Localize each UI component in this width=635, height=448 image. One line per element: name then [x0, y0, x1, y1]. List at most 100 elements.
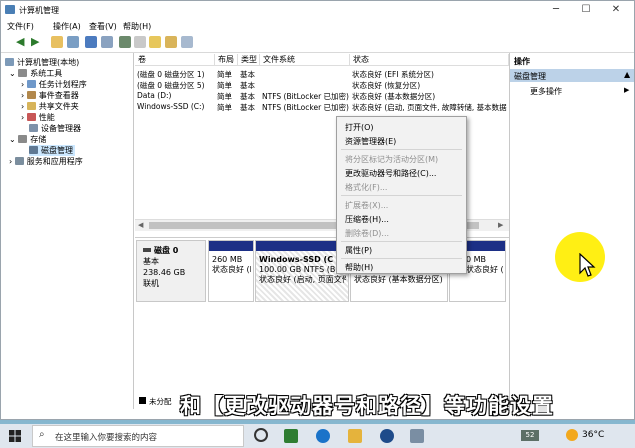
help-icon[interactable] [85, 36, 97, 48]
disk-status: 联机 [143, 279, 159, 288]
forward-arrow-icon[interactable]: ▶ [31, 36, 43, 48]
close-button[interactable]: ✕ [601, 1, 631, 18]
toolbar: ◀ ▶ [1, 33, 634, 53]
menu-properties[interactable]: 属性(P) [345, 245, 372, 256]
col-type[interactable]: 类型 [238, 54, 260, 66]
menu-extend-volume: 扩展卷(X)... [345, 201, 389, 210]
checklist-icon[interactable] [134, 36, 146, 48]
disk-0-label[interactable]: 磁盘 0 基本 238.46 GB 联机 [136, 240, 206, 302]
menu-help[interactable]: 帮助(H) [123, 21, 151, 32]
cell-status: 状态良好 (基本数据分区) [352, 92, 436, 101]
search-placeholder: 在这里输入你要搜索的内容 [55, 433, 158, 443]
menu-action[interactable]: 操作(A) [53, 21, 81, 32]
up-folder-icon[interactable] [51, 36, 63, 48]
tree-disk-management[interactable]: 磁盘管理 [29, 145, 75, 156]
menu-mark-active: 将分区标记为活动分区(M) [345, 155, 439, 164]
show-tree-icon[interactable] [67, 36, 79, 48]
tree-services[interactable]: › 服务和应用程序 [9, 156, 83, 167]
maximize-button[interactable]: ☐ [571, 1, 601, 18]
tree-performance[interactable]: › 性能 [21, 112, 55, 123]
partition-text: 260 MB 状态良好 (E [212, 255, 251, 274]
cell-type: 基本 [240, 81, 255, 90]
tree-root[interactable]: 计算机管理(本地) [5, 57, 79, 68]
scroll-right-icon[interactable]: ▶ [498, 221, 503, 229]
col-layout[interactable]: 布局 [215, 54, 238, 66]
device-icon [29, 124, 38, 132]
scroll-left-icon[interactable]: ◀ [138, 221, 143, 229]
col-status[interactable]: 状态 [350, 54, 509, 66]
search-icon: ⌕ [39, 429, 45, 440]
taskbar-search[interactable]: ⌕ 在这里输入你要搜索的内容 [32, 425, 244, 447]
menu-file[interactable]: 文件(F) [7, 21, 34, 32]
computer-management-window: 计算机管理 ─ ☐ ✕ 文件(F) 操作(A) 查看(V) 帮助(H) ◀ ▶ … [0, 0, 635, 420]
folder-icon[interactable] [149, 36, 161, 48]
tree-task-scheduler[interactable]: › 任务计划程序 [21, 79, 87, 90]
search-folder-icon[interactable] [165, 36, 177, 48]
event-icon [26, 91, 36, 99]
shared-folder-icon [26, 102, 36, 110]
tree-shared-folders[interactable]: › 共享文件夹 [21, 101, 79, 112]
minimize-button[interactable]: ─ [541, 1, 571, 18]
cell-layout: 简单 [217, 92, 232, 101]
menu-explorer[interactable]: 资源管理器(E) [345, 136, 396, 147]
partition-text: 状态良好 (基本数据分区) [354, 275, 443, 284]
actions-header: 操作 [514, 57, 530, 66]
tree-system-tools[interactable]: ⌄ 系统工具 [9, 68, 62, 79]
cell-status: 状态良好 (EFI 系统分区) [352, 70, 434, 79]
tree-device-manager[interactable]: 设备管理器 [29, 123, 81, 134]
app-icon-blue[interactable] [380, 429, 394, 443]
tree-storage[interactable]: ⌄ 存储 [9, 134, 46, 145]
collapse-icon[interactable]: ▲ [624, 70, 630, 79]
computer-management-taskbar-icon[interactable] [410, 429, 424, 443]
menu-help[interactable]: 帮助(H) [345, 262, 373, 273]
title-bar: 计算机管理 ─ ☐ ✕ [1, 1, 634, 18]
disk-name: 磁盘 0 [143, 245, 199, 256]
col-filesystem[interactable]: 文件系统 [260, 54, 350, 66]
services-icon [14, 157, 24, 165]
cell-filesystem: NTFS (BitLocker 已加密) [262, 103, 349, 112]
legend-unallocated: 未分配 [149, 397, 172, 406]
menu-change-drive-letter[interactable]: 更改驱动器号和路径(C)... [345, 168, 436, 179]
disk-icon [29, 146, 38, 154]
navigation-tree: 计算机管理(本地) ⌄ 系统工具 › 任务计划程序 › 事件查看器 › 共享文件… [1, 53, 134, 409]
actions-section[interactable]: 磁盘管理 ▲ [510, 69, 634, 82]
disk-size: 238.46 GB [143, 268, 186, 277]
clock-icon [26, 80, 36, 88]
menu-shrink-volume[interactable]: 压缩卷(H)... [345, 214, 389, 225]
partition-c[interactable]: Windows-SSD (C 100.00 GB NTFS (B 状态良好 (启动,… [255, 240, 349, 302]
cell-status: 状态良好 (恢复分区) [352, 81, 421, 90]
tree-event-viewer[interactable]: › 事件查看器 [21, 90, 79, 101]
properties-icon[interactable] [101, 36, 113, 48]
performance-icon [26, 113, 36, 121]
menu-bar: 文件(F) 操作(A) 查看(V) 帮助(H) [1, 18, 634, 33]
app-icon [5, 5, 15, 14]
col-volume[interactable]: 卷 [135, 54, 215, 66]
file-explorer-icon[interactable] [348, 429, 362, 443]
menu-separator [341, 149, 462, 150]
sun-icon [566, 429, 578, 441]
menu-open[interactable]: 打开(O) [345, 122, 374, 133]
cell-type: 基本 [240, 70, 255, 79]
menu-separator [341, 241, 462, 242]
cell-layout: 简单 [217, 81, 232, 90]
back-arrow-icon[interactable]: ◀ [16, 36, 28, 48]
cell-layout: 简单 [217, 103, 232, 112]
video-caption: 和【更改驱动器号和路径】等功能设置 [180, 394, 554, 418]
task-view-icon[interactable] [254, 428, 268, 442]
grid-icon[interactable] [181, 36, 193, 48]
menu-format: 格式化(F)... [345, 183, 388, 192]
windows-start-icon[interactable] [9, 430, 21, 442]
edge-icon[interactable] [316, 429, 330, 443]
temperature: 36°C [582, 430, 605, 440]
widgets-icon[interactable] [284, 429, 298, 443]
more-actions[interactable]: 更多操作 [530, 86, 562, 97]
more-actions-arrow-icon[interactable]: ▶ [624, 86, 629, 94]
partition-efi[interactable]: 260 MB 状态良好 (E [208, 240, 254, 302]
mouse-pointer-icon [579, 253, 596, 277]
connect-icon[interactable] [119, 36, 131, 48]
menu-delete-volume: 删除卷(D)... [345, 229, 390, 238]
cell-type: 基本 [240, 103, 255, 112]
window-title: 计算机管理 [19, 6, 59, 15]
cell-layout: 简单 [217, 70, 232, 79]
menu-view[interactable]: 查看(V) [89, 21, 117, 32]
